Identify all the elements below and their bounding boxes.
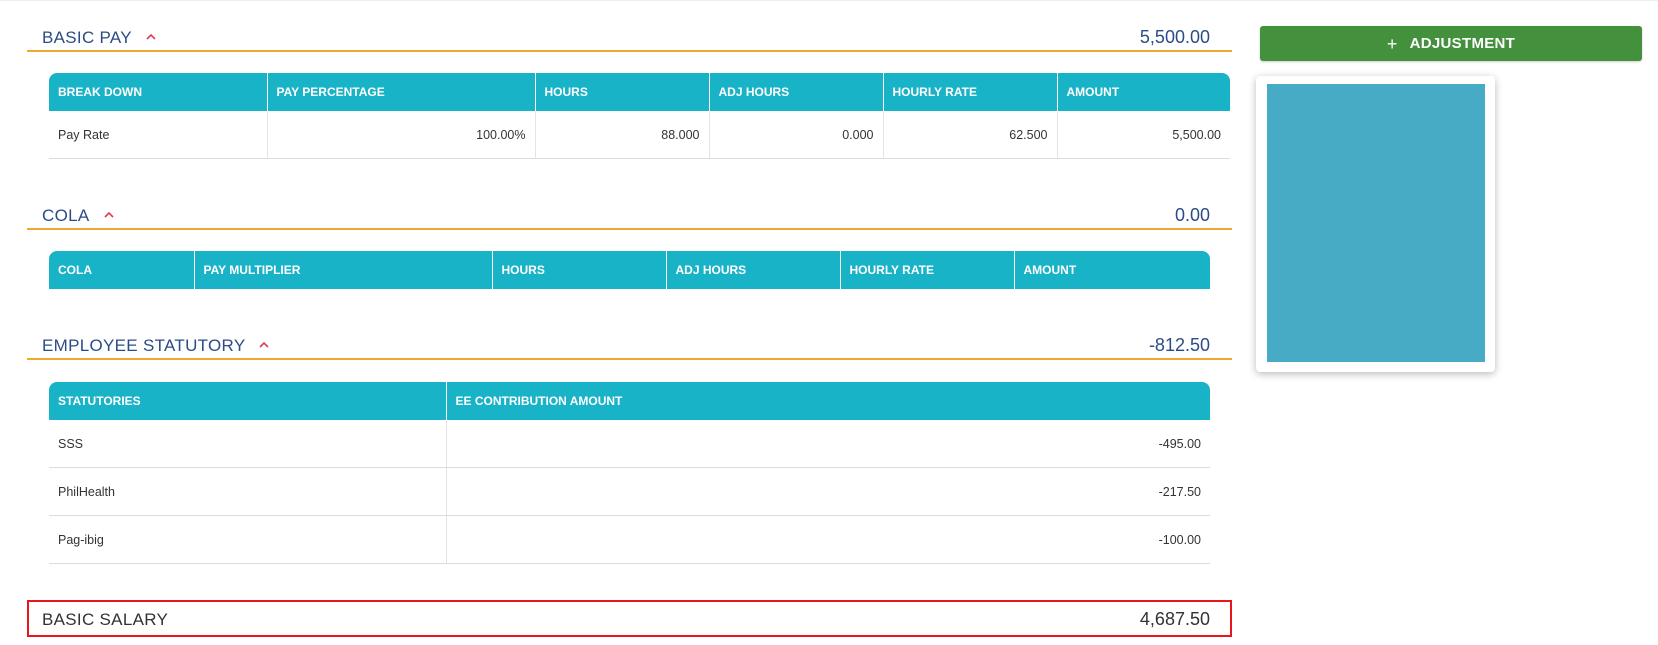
column-header: AMOUNT	[1013, 251, 1210, 289]
table-cell: Pay Rate	[49, 111, 267, 159]
column-header: STATUTORIES	[49, 382, 446, 420]
table-cell: -100.00	[445, 515, 1210, 564]
column-header: ADJ HOURS	[665, 251, 840, 289]
table-header-row: COLA PAY MULTIPLIER HOURS ADJ HOURS HOUR…	[49, 251, 1210, 289]
basic-salary-summary: BASIC SALARY 4,687.50	[27, 600, 1232, 637]
table-row: PhilHealth -217.50	[49, 467, 1210, 516]
basic-pay-table: BREAK DOWN PAY PERCENTAGE HOURS ADJ HOUR…	[49, 73, 1230, 159]
table-cell: SSS	[49, 420, 446, 468]
collapse-caret-icon[interactable]	[103, 210, 114, 220]
employee-statutory-title: EMPLOYEE STATUTORY	[42, 336, 270, 356]
table-row: SSS -495.00	[49, 420, 1210, 468]
collapse-caret-icon[interactable]	[146, 32, 156, 42]
add-adjustment-button[interactable]: + ADJUSTMENT	[1260, 26, 1642, 61]
table-cell: -217.50	[445, 467, 1210, 516]
column-header: HOURS	[534, 73, 709, 111]
column-header: HOURLY RATE	[839, 251, 1014, 289]
column-header: PAY MULTIPLIER	[193, 251, 492, 289]
table-cell: 100.00%	[266, 111, 535, 159]
table-cell: 62.500	[882, 111, 1057, 159]
preview-card	[1256, 76, 1495, 372]
basic-pay-title: BASIC PAY	[42, 28, 156, 48]
basic-salary-label: BASIC SALARY	[42, 610, 169, 629]
table-row: Pay Rate 100.00% 88.000 0.000 62.500 5,5…	[49, 111, 1230, 159]
column-header: EE CONTRIBUTION AMOUNT	[445, 382, 1210, 420]
column-header: PAY PERCENTAGE	[266, 73, 535, 111]
table-cell: PhilHealth	[49, 467, 446, 516]
employee-statutory-title-label: EMPLOYEE STATUTORY	[42, 336, 246, 355]
column-header: COLA	[49, 251, 194, 289]
basic-pay-title-label: BASIC PAY	[42, 28, 132, 47]
basic-salary-value: 4,687.50	[1139, 609, 1210, 629]
cola-total: 0.00	[1174, 205, 1210, 225]
basic-pay-total: 5,500.00	[1139, 27, 1210, 47]
plus-icon: +	[1386, 33, 1398, 54]
basic-pay-header[interactable]: BASIC PAY 5,500.00	[27, 20, 1232, 52]
cola-title: COLA	[42, 206, 114, 226]
table-header-row: BREAK DOWN PAY PERCENTAGE HOURS ADJ HOUR…	[49, 73, 1230, 111]
table-cell: 0.000	[708, 111, 883, 159]
employee-statutory-table: STATUTORIES EE CONTRIBUTION AMOUNT SSS -…	[49, 382, 1210, 564]
cola-header[interactable]: COLA 0.00	[27, 198, 1232, 230]
table-cell: 5,500.00	[1056, 111, 1230, 159]
top-divider	[0, 0, 1658, 1]
table-header-row: STATUTORIES EE CONTRIBUTION AMOUNT	[49, 382, 1210, 420]
employee-statutory-header[interactable]: EMPLOYEE STATUTORY -812.50	[27, 328, 1232, 360]
column-header: BREAK DOWN	[49, 73, 267, 111]
table-row: Pag-ibig -100.00	[49, 515, 1210, 564]
collapse-caret-icon[interactable]	[259, 340, 270, 350]
table-cell: Pag-ibig	[49, 515, 446, 564]
cola-title-label: COLA	[42, 206, 90, 225]
column-header: HOURLY RATE	[882, 73, 1057, 111]
cola-table: COLA PAY MULTIPLIER HOURS ADJ HOURS HOUR…	[49, 251, 1210, 289]
column-header: ADJ HOURS	[708, 73, 883, 111]
table-cell: 88.000	[534, 111, 709, 159]
column-header: AMOUNT	[1056, 73, 1230, 111]
add-adjustment-label: ADJUSTMENT	[1409, 35, 1516, 52]
column-header: HOURS	[491, 251, 666, 289]
preview-image	[1267, 84, 1485, 362]
employee-statutory-total: -812.50	[1148, 335, 1210, 355]
table-cell: -495.00	[445, 420, 1210, 468]
